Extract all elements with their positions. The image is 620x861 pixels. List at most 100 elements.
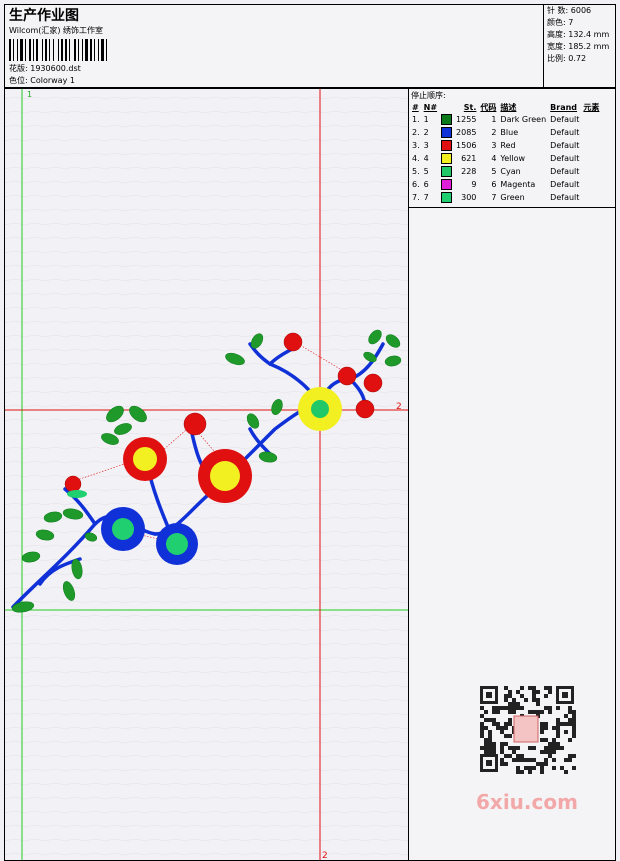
color-swatch-cell [439,152,454,165]
color-brand-cell: Default [550,193,580,202]
color-swatch [441,179,453,190]
color-desc-cell: Dark Green [500,115,547,124]
header-panel: 生产作业图 Wilcom(汇家) 绣饰工作室 花版: 1930600.dst 色… [4,4,616,88]
color-code-cell: 1 [491,115,497,124]
color-row[interactable]: 7. 7 300 7 Green Default [410,191,601,204]
colorway-info: 色位: Colorway 1 [9,75,75,86]
color-swatch [441,114,453,125]
color-element-cell [581,139,601,152]
color-n-cell: 2 [423,128,429,137]
color-swatch-cell [439,113,454,126]
color-idx-cell: 1. [412,115,420,124]
marker-2-bottom: 2 [322,851,328,861]
color-st-cell: 9 [471,180,477,189]
color-idx-cell: 3. [412,141,420,150]
watermark-logo: 6xiu.com [476,790,578,814]
flower-red-center [198,449,252,503]
color-brand-cell: Default [550,154,580,163]
color-swatch [441,140,453,151]
page-subtitle: Wilcom(汇家) 绣饰工作室 [9,26,104,35]
color-idx-cell: 4. [412,154,420,163]
color-swatch-cell [439,191,454,204]
flower-blue-left [101,507,145,551]
color-swatch-cell [439,165,454,178]
design-value: 1930600.dst [30,64,81,73]
color-code-cell: 5 [491,167,497,176]
color-idx-cell: 2. [412,128,420,137]
color-idx-cell: 7. [412,193,420,202]
stat-scale: 比例: 0.72 [547,54,587,63]
color-row[interactable]: 1. 1 1255 1 Dark Green Default [410,113,601,126]
stat-height: 高度: 132.4 mm [547,30,610,39]
color-row[interactable]: 3. 3 1506 3 Red Default [410,139,601,152]
color-n-cell: 3 [423,141,429,150]
color-n-cell: 1 [423,115,429,124]
color-row[interactable]: 2. 2 2085 2 Blue Default [410,126,601,139]
barcode [9,39,107,61]
stat-width: 宽度: 185.2 mm [547,42,610,51]
flower-red-left [123,437,167,481]
page-title: 生产作业图 [9,8,79,24]
color-idx-cell: 6. [412,180,420,189]
stat-stitches: 针 数: 6006 [547,6,592,15]
color-n-cell: 5 [423,167,429,176]
color-brand-cell: Default [550,141,580,150]
color-n-cell: 6 [423,180,429,189]
stats-panel: 针 数: 6006 颜色: 7 高度: 132.4 mm 宽度: 185.2 m… [543,5,616,87]
color-element-cell [581,165,601,178]
color-row[interactable]: 4. 4 621 4 Yellow Default [410,152,601,165]
color-swatch [441,166,453,177]
color-swatch-cell [439,126,454,139]
color-desc-cell: Green [500,193,525,202]
color-desc-cell: Magenta [500,180,536,189]
color-table-header: N# [423,102,438,112]
color-n-cell: 4 [423,154,429,163]
panel-divider [409,207,615,208]
colorway-value: Colorway 1 [30,76,75,85]
color-code-cell: 2 [491,128,497,137]
embroidery-canvas[interactable]: 1 2 2 [4,88,409,861]
color-row[interactable]: 6. 6 9 6 Magenta Default [410,178,601,191]
color-table-header: Brand [550,102,578,112]
color-swatch [441,127,453,138]
color-table-header: St. [463,102,477,112]
color-table-header: 元素 [583,102,600,112]
color-element-cell [581,152,601,165]
color-element-cell [581,178,601,191]
stat-colors: 颜色: 7 [547,18,574,27]
color-table-header: 代码 [480,102,497,112]
color-table-header: 描述 [500,102,517,112]
color-row[interactable]: 5. 5 228 5 Cyan Default [410,165,601,178]
color-brand-cell: Default [550,180,580,189]
color-code-cell: 7 [491,193,497,202]
design-drawing: 1 2 2 [5,89,408,861]
marker-1: 1 [27,90,32,99]
color-st-cell: 1506 [456,141,477,150]
color-element-cell [581,126,601,139]
color-st-cell: 300 [461,193,477,202]
color-desc-cell: Cyan [500,167,521,176]
color-element-cell [581,191,601,204]
flower-yellow [298,387,342,431]
color-desc-cell: Red [500,141,516,150]
color-swatch-cell [439,178,454,191]
bud-green-base [67,490,87,498]
color-code-cell: 4 [491,154,497,163]
color-swatch [441,192,453,203]
color-brand-cell: Default [550,115,580,124]
color-brand-cell: Default [550,128,580,137]
marker-2-right: 2 [396,402,402,412]
stop-sequence-title: 停止顺序: [411,91,446,100]
color-st-cell: 228 [461,167,477,176]
color-n-cell: 7 [423,193,429,202]
qr-code [470,680,582,780]
flower-blue-right [156,523,198,565]
color-desc-cell: Blue [500,128,519,137]
color-element-cell [581,113,601,126]
design-info: 花版: 1930600.dst [9,63,81,74]
color-table-header: # [412,102,419,112]
design-label: 花版: [9,64,28,73]
color-swatch-cell [439,139,454,152]
color-table: # N# St. 代码 描述 Brand 元素 1. 1 1255 1 Dark Green Defa… [410,101,601,204]
color-code-cell: 6 [491,180,497,189]
